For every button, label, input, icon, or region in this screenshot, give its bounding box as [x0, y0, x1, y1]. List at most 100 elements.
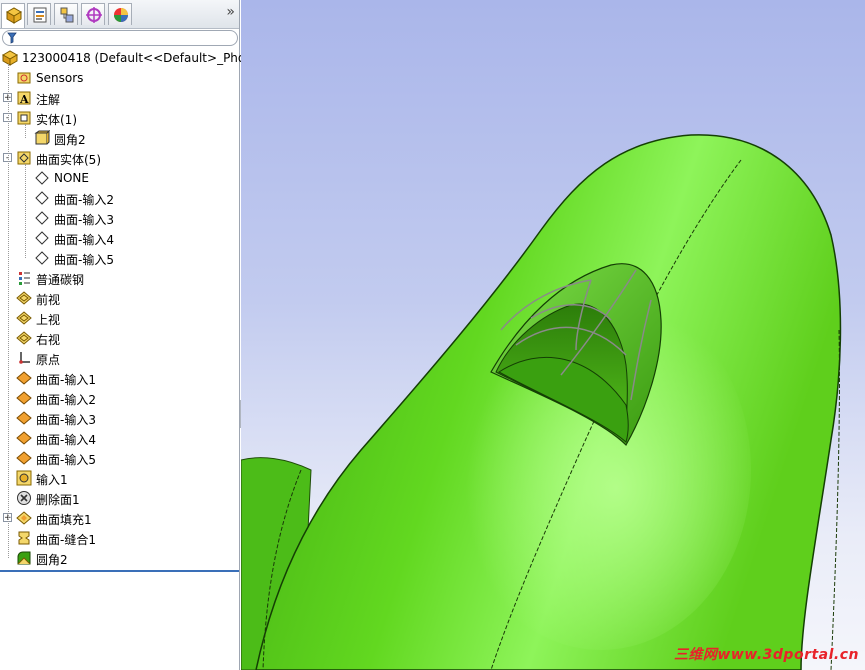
part-icon [1, 50, 19, 66]
tree-item-label: 圆角2 [54, 133, 86, 147]
tree-item[interactable]: + A 注解 [0, 88, 239, 108]
tree-item-label: 123000418 (Default<<Default>_Photo [22, 51, 258, 65]
propertymanager-tab[interactable] [27, 3, 51, 25]
imported-surface-icon [16, 430, 32, 446]
expand-panel-button[interactable]: » [226, 4, 235, 20]
propertymanager-icon [33, 7, 47, 23]
tree-item[interactable]: 曲面-输入5 [0, 248, 239, 268]
fillet-icon [16, 550, 32, 566]
tree-connector [25, 124, 26, 138]
dimxpert-tab[interactable] [81, 3, 105, 25]
surface-body-icon [34, 210, 50, 226]
tree-item-label: 原点 [36, 353, 61, 367]
featuremanager-icon [5, 7, 23, 24]
tree-item-label: 注解 [36, 93, 61, 107]
tree-item[interactable]: 曲面-缝合1 [0, 528, 239, 548]
tree-item[interactable]: 曲面-输入3 [0, 208, 239, 228]
surface-body-icon [34, 170, 50, 186]
tree-item-label: 右视 [36, 333, 61, 347]
tree-item-label: 上视 [36, 313, 61, 327]
graphics-viewport[interactable]: 三维网www.3dportal.cn [241, 0, 865, 670]
dimxpert-icon [86, 7, 102, 23]
tree-item[interactable]: 曲面-输入5 [0, 448, 239, 468]
tree-item-label: 圆角2 [36, 553, 68, 567]
tree-item[interactable]: 曲面-输入4 [0, 228, 239, 248]
tree-item[interactable]: 曲面-输入2 [0, 388, 239, 408]
sensors-icon [16, 70, 32, 86]
solid-body-icon [34, 129, 51, 146]
fill-surface-icon [16, 510, 32, 526]
surface-body-icon [34, 250, 50, 266]
tree-item[interactable]: 上视 [0, 308, 239, 328]
tree-item[interactable]: 曲面-输入3 [0, 408, 239, 428]
imported-surface-icon [16, 450, 32, 466]
svg-text:A: A [19, 93, 29, 106]
tree-item-label: 曲面填充1 [36, 513, 92, 527]
tree-item[interactable]: 圆角2 [0, 548, 239, 568]
tree-item[interactable]: 曲面-输入2 [0, 188, 239, 208]
tree-item[interactable]: - 实体(1) [0, 108, 239, 128]
feature-manager-tabbar: » [0, 0, 239, 29]
tree-connector [8, 64, 9, 558]
tree-item-label: 曲面-输入3 [54, 213, 114, 227]
tree-item-label: 普通碳钢 [36, 273, 85, 287]
rollback-bar[interactable] [0, 570, 239, 572]
featuremanager-tab[interactable] [1, 3, 25, 28]
display-manager-icon [114, 8, 128, 22]
tree-item[interactable]: Sensors [0, 68, 239, 88]
tree-item-label: 曲面-输入2 [36, 393, 96, 407]
feature-filter-input[interactable] [2, 30, 238, 46]
tree-item[interactable]: 普通碳钢 [0, 268, 239, 288]
plane-icon [16, 290, 32, 306]
configurationmanager-icon [60, 7, 74, 23]
annotations-icon: A [16, 90, 32, 106]
imported-surface-icon [16, 390, 32, 406]
tree-item[interactable]: 输入1 [0, 468, 239, 488]
origin-icon [16, 350, 32, 366]
tree-item[interactable]: 右视 [0, 328, 239, 348]
tree-item[interactable]: NONE [0, 168, 239, 188]
feature-manager-panel: » 123000418 (Default<<Default>_Photo Sens… [0, 0, 257, 670]
tree-item-label: 输入1 [36, 473, 68, 487]
tree-item[interactable]: 删除面1 [0, 488, 239, 508]
tree-item-label: 曲面-输入4 [36, 433, 96, 447]
model-view[interactable] [241, 0, 865, 670]
tree-item-label: 曲面-输入5 [54, 253, 114, 267]
plane-icon [16, 310, 32, 326]
import-feature-icon [16, 470, 32, 486]
tree-item-label: 曲面实体(5) [36, 153, 101, 167]
filter-icon [7, 32, 17, 44]
surface-bodies-icon [16, 150, 32, 166]
tree-item-label: Sensors [36, 71, 84, 85]
surface-body-icon [34, 190, 50, 206]
tree-item[interactable]: 曲面-输入4 [0, 428, 239, 448]
tree-item[interactable]: - 曲面实体(5) [0, 148, 239, 168]
tree-item-label: 前视 [36, 293, 61, 307]
tree-item[interactable]: 123000418 (Default<<Default>_Photo [0, 48, 257, 68]
tree-connector [25, 164, 26, 258]
surface-body-icon [34, 230, 50, 246]
tree-item-label: 曲面-输入5 [36, 453, 96, 467]
tree-item-label: 曲面-输入2 [54, 193, 114, 207]
tree-item-label: 删除面1 [36, 493, 80, 507]
tree-item[interactable]: 原点 [0, 348, 239, 368]
tree-item-label: 曲面-输入4 [54, 233, 114, 247]
watermark-text: 三维网www.3dportal.cn [673, 647, 859, 663]
tree-item-label: 曲面-输入3 [36, 413, 96, 427]
configurationmanager-tab[interactable] [54, 3, 78, 25]
tree-item[interactable]: 曲面-输入1 [0, 368, 239, 388]
tree-item[interactable]: + 曲面填充1 [0, 508, 239, 528]
imported-surface-icon [16, 410, 32, 426]
tree-item-label: 曲面-缝合1 [36, 533, 96, 547]
plane-icon [16, 330, 32, 346]
imported-surface-icon [16, 370, 32, 386]
delete-face-icon [16, 490, 32, 506]
knit-surface-icon [16, 530, 32, 546]
display-manager-tab[interactable] [108, 3, 132, 25]
expand-glyph: » [226, 4, 235, 20]
tree-item-label: NONE [54, 171, 89, 185]
tree-item-label: 实体(1) [36, 113, 77, 127]
tree-item[interactable]: 前视 [0, 288, 239, 308]
tree-item[interactable]: 圆角2 [0, 128, 239, 148]
solid-bodies-icon [16, 110, 32, 126]
